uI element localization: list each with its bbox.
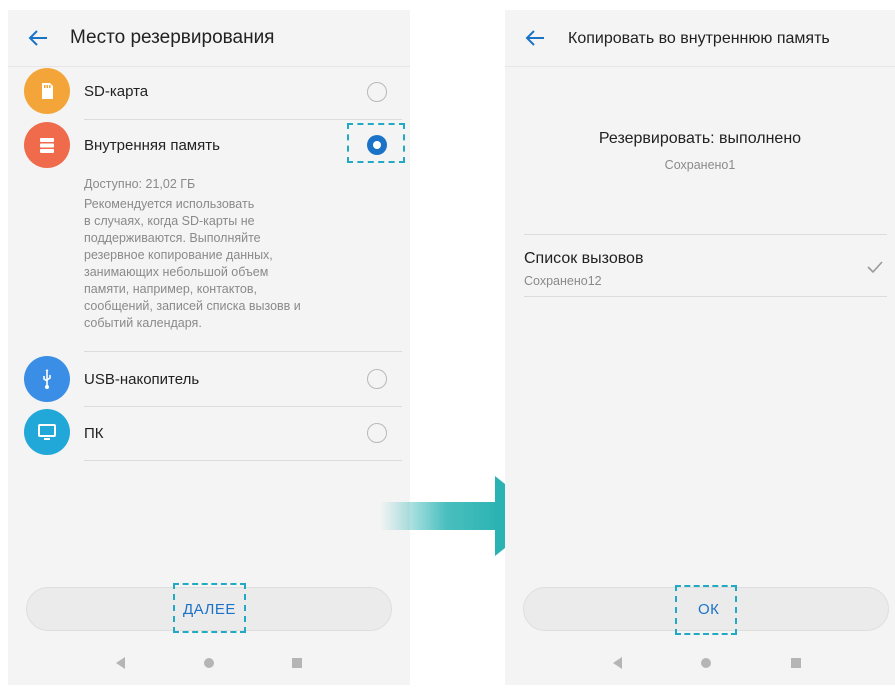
nav-home-icon[interactable]	[204, 658, 214, 668]
option-label-pc: ПК	[84, 425, 104, 442]
highlight-radio-selected	[347, 123, 405, 163]
option-details: Доступно: 21,02 ГБ Рекомендуется использ…	[84, 176, 364, 332]
divider	[84, 119, 402, 120]
monitor-icon	[24, 409, 70, 455]
backup-status-subtitle: Сохранено1	[664, 158, 736, 172]
divider	[524, 234, 887, 235]
nav-recent-icon[interactable]	[292, 658, 302, 668]
highlight-next-button	[173, 583, 246, 633]
right-screen: Копировать во внутреннюю память Резервир…	[505, 10, 895, 685]
back-arrow-icon[interactable]	[26, 26, 50, 50]
description-line: памяти, например, контактов,	[84, 282, 257, 296]
divider	[84, 351, 402, 352]
description-line: поддерживаются. Выполняйте	[84, 231, 261, 245]
divider	[524, 296, 887, 297]
description-line: занимающих небольшой объем	[84, 265, 269, 279]
sd-card-icon	[24, 68, 70, 114]
description-line: в случаях, когда SD-карты не	[84, 214, 255, 228]
nav-home-icon[interactable]	[701, 658, 711, 668]
divider	[84, 406, 402, 407]
description-line: резервное копирование данных,	[84, 248, 273, 262]
option-label-sd-card: SD-карта	[84, 83, 149, 100]
option-label-usb: USB-накопитель	[84, 371, 200, 388]
nav-back-icon[interactable]	[116, 657, 125, 669]
nav-recent-icon[interactable]	[791, 658, 801, 668]
backup-status-title: Резервировать: выполнено	[598, 130, 802, 147]
usb-icon	[24, 356, 70, 402]
storage-icon	[24, 122, 70, 168]
option-label-internal-memory: Внутренняя память	[84, 137, 220, 154]
header-divider	[8, 66, 410, 67]
description-line: сообщений, записей списка вызовв и	[84, 299, 301, 313]
radio-usb[interactable]	[367, 369, 387, 389]
header: Копировать во внутреннюю память	[505, 10, 895, 66]
back-arrow-icon[interactable]	[523, 26, 547, 50]
header: Место резервирования	[8, 10, 410, 66]
navigation-bar	[8, 641, 410, 685]
radio-sd-card[interactable]	[367, 82, 387, 102]
page-title: Место резервирования	[70, 27, 275, 48]
item-subtitle: Сохранено12	[524, 274, 602, 288]
description-line: Рекомендуется использовать	[84, 197, 255, 211]
description-line: событий календаря.	[84, 316, 202, 330]
highlight-ok-button	[675, 585, 737, 635]
radio-pc[interactable]	[367, 423, 387, 443]
divider	[84, 460, 402, 461]
nav-back-icon[interactable]	[613, 657, 622, 669]
page-title: Копировать во внутреннюю память	[568, 30, 830, 47]
navigation-bar	[505, 641, 895, 685]
left-screen: Место резервирования SD-карта Внутренняя…	[8, 10, 410, 685]
header-divider	[505, 66, 895, 67]
check-icon	[867, 261, 883, 274]
item-title: Список вызовов	[524, 250, 644, 267]
available-space: Доступно: 21,02 ГБ	[84, 177, 196, 191]
